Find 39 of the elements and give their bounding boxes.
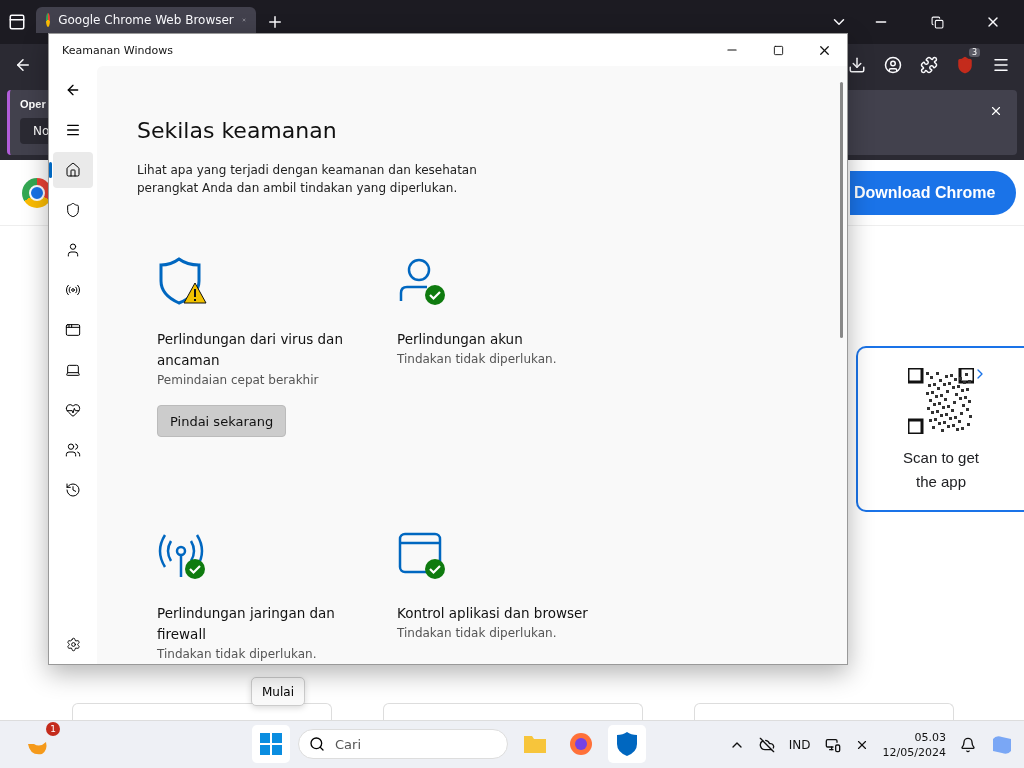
search-input[interactable]: Cari xyxy=(333,735,497,753)
language-indicator[interactable]: IND xyxy=(788,737,811,752)
card-title[interactable]: Kontrol aplikasi dan browser xyxy=(397,603,597,624)
bell-icon[interactable] xyxy=(960,736,976,753)
download-icon[interactable] xyxy=(848,55,866,74)
scan-button[interactable]: Pindai sekarang xyxy=(157,405,287,437)
notification-badge: 1 xyxy=(46,721,60,736)
tooltip: Mulai xyxy=(251,677,305,706)
window-title: Keamanan Windows xyxy=(62,43,174,57)
start-button[interactable] xyxy=(252,725,290,763)
search-icon xyxy=(309,736,325,752)
card-title[interactable]: Perlindungan dari virus dan ancaman xyxy=(157,329,357,371)
close-icon[interactable] xyxy=(989,104,1003,118)
card-title[interactable]: Perlindungan jaringan dan firewall xyxy=(157,603,357,645)
extensions-icon[interactable] xyxy=(920,55,938,74)
cloud-off-icon[interactable] xyxy=(758,736,775,753)
network-icon[interactable] xyxy=(824,736,841,753)
card-status: Tindakan tidak diperlukan. xyxy=(397,626,557,640)
card-status: Pemindaian cepat berakhir xyxy=(157,373,319,387)
browser-tab[interactable]: Google Chrome Web Browser xyxy=(36,7,256,33)
qr-code-icon xyxy=(908,368,974,434)
clock[interactable]: 05.03 12/05/2024 xyxy=(882,729,946,760)
new-tab-icon[interactable] xyxy=(266,13,284,31)
card-status: Tindakan tidak diperlukan. xyxy=(157,647,317,661)
qr-card[interactable]: Scan to get the app xyxy=(856,346,1024,512)
card-title[interactable]: Perlindungan akun xyxy=(397,329,597,350)
shield-app-icon[interactable] xyxy=(608,725,646,763)
page-heading: Sekilas keamanan xyxy=(137,118,338,143)
card-status: Tindakan tidak diperlukan. xyxy=(397,352,557,366)
extension-count: 3 xyxy=(968,47,980,57)
shield-extension-icon[interactable] xyxy=(956,55,974,74)
qr-caption: Scan to get the app xyxy=(902,448,980,492)
notification-title: Oper xyxy=(20,98,47,110)
tab-overview-icon[interactable] xyxy=(8,13,26,31)
download-button[interactable]: Download Chrome xyxy=(850,170,1016,215)
search-field[interactable]: Cari xyxy=(298,729,508,759)
windows-logo-icon xyxy=(259,732,283,756)
account-icon[interactable] xyxy=(884,55,902,74)
page-description: Lihat apa yang terjadi dengan keamanan dan kesehatan perangkat Anda dan ambil tindakan yang diperlukan. xyxy=(137,162,477,197)
